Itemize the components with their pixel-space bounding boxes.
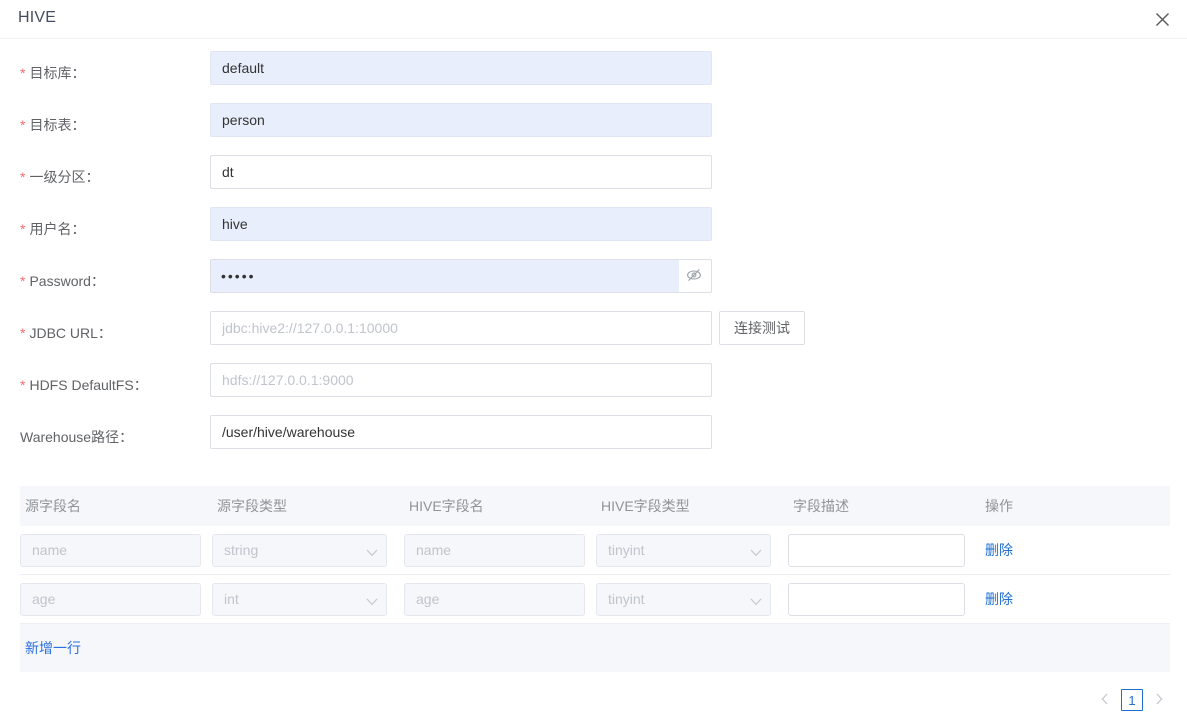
eye-slash-icon [686,267,702,286]
cell-hive-field [404,583,596,616]
table-row: int tinyint 删除 [20,575,1170,624]
field-username [210,207,712,241]
column-header-action: 操作 [980,496,1170,516]
cell-action: 删除 [980,540,1170,560]
add-row-link[interactable]: 新增一行 [25,638,81,658]
hive-config-form: *目标库： *目标表： *一级分区： *用户名： *Pa [0,39,1187,467]
delete-row-link[interactable]: 删除 [980,591,1013,607]
column-header-hive-type: HIVE字段类型 [596,496,788,516]
label-password: *Password： [0,271,190,291]
form-row-primary-partition: *一级分区： [0,155,1187,207]
source-field-input[interactable] [20,534,201,567]
form-row-password: *Password： ••••• [0,259,1187,311]
description-input[interactable] [788,534,965,567]
form-row-hdfs-defaultfs: *HDFS DefaultFS： [0,363,1187,415]
column-header-description: 字段描述 [788,496,980,516]
close-button[interactable] [1150,7,1174,31]
jdbc-url-input[interactable] [210,311,712,345]
pagination: 1 [1095,688,1169,712]
primary-partition-input[interactable] [210,155,712,189]
label-hdfs-defaultfs: *HDFS DefaultFS： [0,375,190,395]
field-target-table [210,103,712,137]
table-header-row: 源字段名 源字段类型 HIVE字段名 HIVE字段类型 字段描述 操作 [20,486,1170,526]
hive-field-input[interactable] [404,534,585,567]
cell-action: 删除 [980,589,1170,609]
hdfs-defaultfs-input[interactable] [210,363,712,397]
form-row-jdbc-url: *JDBC URL： 连接测试 [0,311,1187,363]
label-warehouse-path: Warehouse路径： [0,427,190,447]
label-target-table: *目标表： [0,115,190,135]
form-row-target-table: *目标表： [0,103,1187,155]
source-field-input[interactable] [20,583,201,616]
form-row-warehouse-path: Warehouse路径： [0,415,1187,467]
label-jdbc-url: *JDBC URL： [0,323,190,343]
pagination-next-button[interactable] [1149,688,1169,712]
cell-source-type: string [212,534,404,567]
required-asterisk: * [20,117,25,133]
table-row: string tinyint 删除 [20,526,1170,575]
source-type-select[interactable]: int [212,583,387,616]
required-asterisk: * [20,377,25,393]
hive-type-select[interactable]: tinyint [596,583,771,616]
required-asterisk: * [20,65,25,81]
form-row-username: *用户名： [0,207,1187,259]
label-target-database: *目标库： [0,63,190,83]
field-hdfs-defaultfs [210,363,712,397]
required-asterisk: * [20,273,25,289]
password-input[interactable] [210,259,712,293]
column-header-source-type: 源字段类型 [212,496,404,516]
close-icon [1155,12,1170,27]
field-target-database [210,51,712,85]
label-username: *用户名： [0,219,190,239]
pagination-page-1[interactable]: 1 [1121,689,1143,711]
label-primary-partition: *一级分区： [0,167,190,187]
cell-description [788,534,980,567]
field-jdbc-url [210,311,712,345]
field-password: ••••• [210,259,712,293]
chevron-left-icon [1101,693,1109,708]
chevron-right-icon [1155,693,1163,708]
delete-row-link[interactable]: 删除 [980,542,1013,558]
page-title: HIVE [18,9,56,27]
form-row-target-database: *目标库： [0,51,1187,103]
field-primary-partition [210,155,712,189]
field-mapping-table: 源字段名 源字段类型 HIVE字段名 HIVE字段类型 字段描述 操作 stri… [20,486,1170,672]
username-input[interactable] [210,207,712,241]
target-table-input[interactable] [210,103,712,137]
required-asterisk: * [20,221,25,237]
cell-source-field [20,534,212,567]
pagination-prev-button[interactable] [1095,688,1115,712]
hive-type-select[interactable]: tinyint [596,534,771,567]
cell-hive-type: tinyint [596,534,788,567]
dialog-header: HIVE [0,0,1187,39]
table-footer: 新增一行 [20,624,1170,672]
cell-source-field [20,583,212,616]
cell-hive-field [404,534,596,567]
connection-test-button[interactable]: 连接测试 [719,311,805,345]
warehouse-path-input[interactable] [210,415,712,449]
required-asterisk: * [20,325,25,341]
field-warehouse-path [210,415,712,449]
column-header-hive-field: HIVE字段名 [404,496,596,516]
target-database-input[interactable] [210,51,712,85]
hive-field-input[interactable] [404,583,585,616]
toggle-password-visibility-button[interactable] [685,267,703,285]
cell-hive-type: tinyint [596,583,788,616]
cell-description [788,583,980,616]
required-asterisk: * [20,169,25,185]
description-input[interactable] [788,583,965,616]
column-header-source-field: 源字段名 [20,496,212,516]
source-type-select[interactable]: string [212,534,387,567]
cell-source-type: int [212,583,404,616]
